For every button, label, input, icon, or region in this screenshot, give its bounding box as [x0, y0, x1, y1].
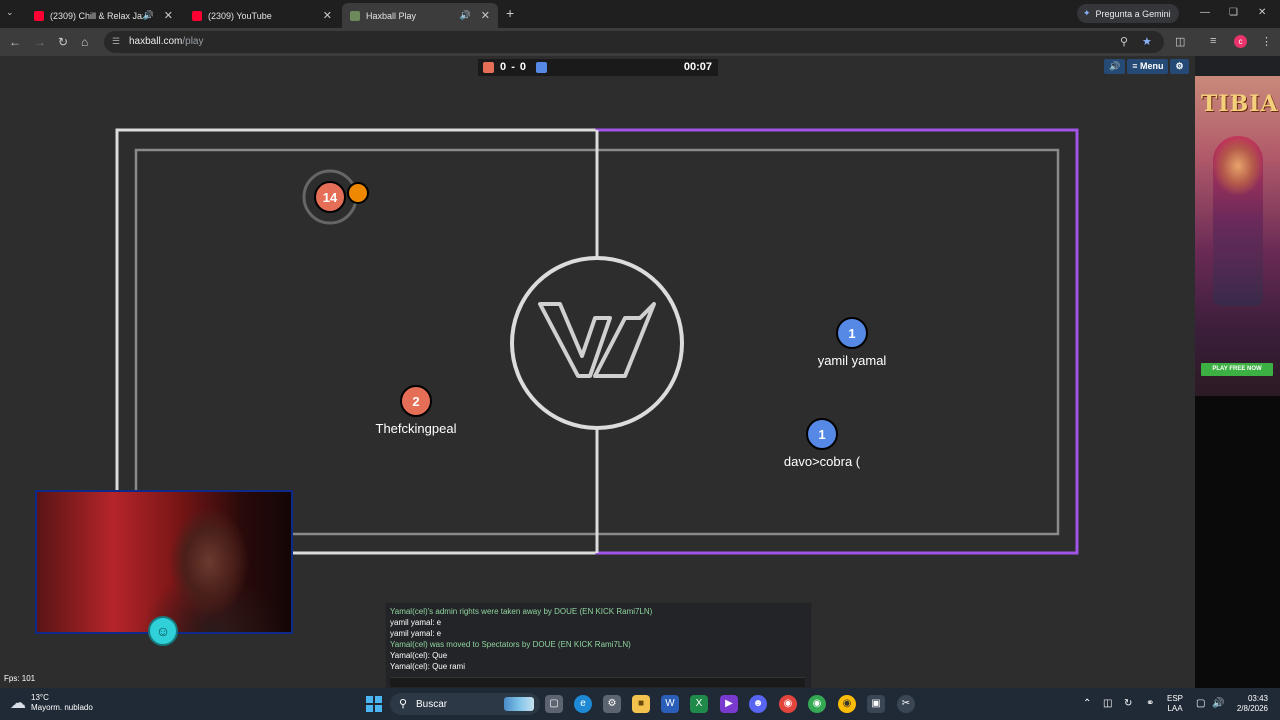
settings-icon[interactable]: ⚙: [603, 695, 621, 713]
chat-line: Yamal(cel)'s admin rights were taken awa…: [390, 607, 653, 616]
chat-input[interactable]: [390, 677, 805, 687]
site-info-icon[interactable]: ☰: [112, 36, 120, 47]
snipping-tool-icon[interactable]: ✂: [897, 695, 915, 713]
new-tab-button[interactable]: +: [506, 5, 514, 21]
weather-widget[interactable]: ☁ 13°C Mayorm. nublado: [10, 693, 93, 713]
close-icon[interactable]: ✕: [164, 9, 173, 22]
tab-youtube[interactable]: (2309) YouTube ✕: [184, 3, 340, 28]
ball: [347, 182, 369, 204]
player-name: yamil yamal: [818, 353, 887, 368]
chat-line: Yamal(cel) was moved to Spectators by DO…: [390, 640, 631, 649]
tab-search-chevron-icon[interactable]: ⌄: [6, 7, 14, 18]
ad-character-image: [1213, 136, 1263, 306]
ad-title: TIBIA: [1201, 91, 1279, 117]
chrome-alt-icon[interactable]: ◉: [838, 695, 856, 713]
network-icon[interactable]: ◫: [1103, 698, 1112, 709]
center-circle: [510, 256, 684, 430]
youtube-icon: [34, 10, 44, 21]
excel-icon[interactable]: X: [690, 695, 708, 713]
player-name: davo>cobra (: [784, 454, 861, 469]
windows-start-icon[interactable]: [366, 696, 382, 712]
weather-desc: Mayorm. nublado: [31, 703, 93, 712]
play-free-now-button[interactable]: PLAY FREE NOW: [1201, 363, 1273, 376]
show-hidden-icons[interactable]: ⌃: [1083, 698, 1091, 709]
gemini-label: Pregunta a Gemini: [1095, 8, 1171, 19]
haxball-game[interactable]: 0 - 0 00:07 🔊 ≡ Menu ⚙ 14 2 Thefckingpea…: [0, 56, 1195, 692]
tab-bar: ⌄ (2309) Chill & Relax Jazz Hip 🔊 ✕ (230…: [0, 0, 1280, 28]
address-bar[interactable]: ☰ haxball.com/play: [104, 31, 1164, 53]
clock-date: 2/8/2026: [1236, 704, 1268, 713]
chrome-profile-icon[interactable]: ◉: [808, 695, 826, 713]
display-icon[interactable]: ▢: [1196, 698, 1205, 709]
sync-icon[interactable]: ↻: [1124, 698, 1132, 709]
search-placeholder: Buscar: [416, 699, 448, 710]
reload-icon[interactable]: ↻: [58, 35, 68, 49]
cloud-icon: ☁: [10, 695, 26, 712]
system-clock[interactable]: 03:43 2/8/2026: [1232, 694, 1268, 714]
maximize-icon[interactable]: ❏: [1229, 7, 1238, 18]
more-menu-icon[interactable]: ⋮: [1261, 35, 1272, 48]
youtube-icon: [192, 10, 202, 21]
windows-taskbar: ☁ 13°C Mayorm. nublado ⚲ Buscar ▢ e ⚙ ■ …: [0, 688, 1280, 720]
player-number: 2: [412, 394, 419, 409]
tab-chill-jazz[interactable]: (2309) Chill & Relax Jazz Hip 🔊 ✕: [26, 3, 181, 28]
media-control-icon[interactable]: ≡: [1210, 35, 1216, 47]
chat-line: Yamal(cel): Que rami: [390, 662, 465, 671]
speaker-icon[interactable]: 🔊: [143, 10, 154, 21]
taskbar-search[interactable]: ⚲ Buscar: [390, 693, 540, 715]
back-icon[interactable]: ←: [9, 35, 21, 49]
search-highlight-image: [504, 697, 534, 711]
microphone-icon[interactable]: ⚭: [1146, 698, 1154, 709]
lang-layout: LAA: [1167, 704, 1183, 713]
tab-title: (2309) YouTube: [208, 10, 272, 21]
browser-toolbar: ← → ↻ ⌂ ☰ haxball.com/play ⚲ ★ ◫ ≡ c ⋮: [0, 28, 1280, 56]
gemini-button[interactable]: ✦ Pregunta a Gemini: [1077, 4, 1179, 23]
zoom-icon[interactable]: ⚲: [1120, 35, 1128, 48]
home-icon[interactable]: ⌂: [81, 35, 88, 49]
minimize-icon[interactable]: —: [1200, 7, 1210, 18]
tab-haxball[interactable]: Haxball Play 🔊 ✕: [342, 3, 498, 28]
gemini-icon: ✦: [1083, 8, 1091, 18]
speaker-icon[interactable]: 🔊: [460, 10, 471, 21]
extensions-icon[interactable]: ◫: [1175, 35, 1185, 48]
file-explorer-icon[interactable]: ■: [632, 695, 650, 713]
tab-title: Haxball Play: [366, 10, 417, 21]
language-indicator[interactable]: ESP LAA: [1167, 694, 1183, 714]
edge-icon[interactable]: e: [574, 695, 592, 713]
store-icon[interactable]: ▣: [867, 695, 885, 713]
smiley-icon: ☺: [148, 616, 178, 646]
clock-time: 03:43: [1247, 694, 1268, 703]
haxball-icon: [350, 10, 360, 21]
discord-icon[interactable]: ☻: [749, 695, 767, 713]
chat-box: Yamal(cel)'s admin rights were taken awa…: [385, 602, 812, 692]
ad-empty-area: [1195, 396, 1280, 688]
weather-temp: 13°C: [31, 693, 49, 702]
bookmark-star-icon[interactable]: ★: [1142, 35, 1152, 48]
word-icon[interactable]: W: [661, 695, 679, 713]
profile-avatar[interactable]: c: [1234, 35, 1247, 48]
tibia-ad[interactable]: TIBIA PLAY FREE NOW: [1195, 76, 1280, 396]
chat-line: yamil yamal: e: [390, 618, 442, 627]
volume-icon[interactable]: 🔊: [1212, 698, 1224, 709]
clipchamp-icon[interactable]: ▶: [720, 695, 738, 713]
url-text: haxball.com/play: [129, 36, 204, 47]
forward-icon[interactable]: →: [34, 35, 46, 49]
search-icon: ⚲: [399, 698, 408, 710]
chat-line: Yamal(cel): Que: [390, 651, 448, 660]
chrome-icon[interactable]: ◉: [779, 695, 797, 713]
player-number: 1: [848, 326, 855, 341]
task-view-icon[interactable]: ▢: [545, 695, 563, 713]
tab-title: (2309) Chill & Relax Jazz Hip: [50, 10, 143, 21]
close-window-icon[interactable]: ✕: [1258, 7, 1266, 18]
fps-counter: Fps: 101: [4, 674, 36, 683]
lang-code: ESP: [1167, 694, 1184, 703]
webcam-overlay: [35, 490, 293, 634]
chat-line: yamil yamal: e: [390, 629, 442, 638]
close-icon[interactable]: ✕: [481, 9, 490, 22]
player-number: 1: [818, 427, 825, 442]
close-icon[interactable]: ✕: [323, 9, 332, 22]
player-name: Thefckingpeal: [376, 421, 457, 436]
player-number: 14: [323, 190, 338, 205]
